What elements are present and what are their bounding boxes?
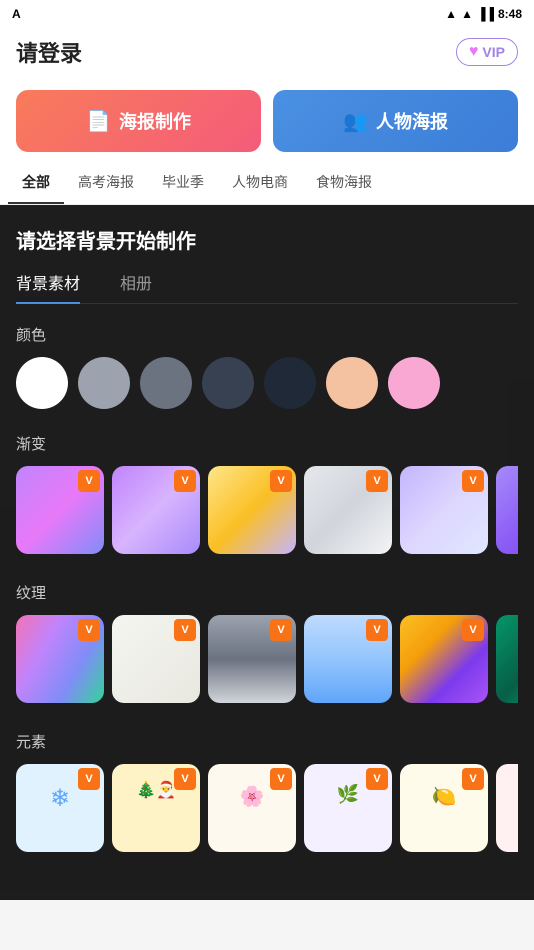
gradient-item-2[interactable]: V (112, 466, 200, 554)
status-app-icon: A (12, 7, 21, 21)
battery-icon: ▐▐ (477, 7, 494, 21)
vip-badge-e5: V (462, 768, 484, 790)
character-icon: 👥 (343, 109, 368, 134)
color-pink[interactable] (388, 357, 440, 409)
vip-label: VIP (482, 44, 505, 60)
gradient-item-3[interactable]: V (208, 466, 296, 554)
texture-item-5[interactable]: V (400, 615, 488, 703)
vip-heart-icon: ♥ (469, 43, 479, 61)
action-buttons-container: 📄 海报制作 👥 人物海报 (0, 80, 534, 162)
gradient-item-6[interactable]: V (496, 466, 518, 554)
element-item-5[interactable]: 🍋 V (400, 764, 488, 852)
gradient-item-5[interactable]: V (400, 466, 488, 554)
vip-badge-t5: V (462, 619, 484, 641)
bg-card-title: 请选择背景开始制作 (16, 225, 518, 254)
vip-badge-e4: V (366, 768, 388, 790)
texture-item-1[interactable]: V (16, 615, 104, 703)
poster-icon: 📄 (86, 109, 111, 134)
texture-item-2[interactable]: V (112, 615, 200, 703)
vip-badge-t3: V (270, 619, 292, 641)
texture-section-label: 纹理 (16, 582, 518, 603)
status-right-icons: ▲ ▲ ▐▐ 8:48 (445, 7, 522, 21)
tab-graduation[interactable]: 毕业季 (148, 162, 218, 204)
time-display: 8:48 (498, 7, 522, 21)
vip-badge-e3: V (270, 768, 292, 790)
vip-badge-4: V (366, 470, 388, 492)
element-item-6[interactable]: 🐟 V (496, 764, 518, 852)
tab-album[interactable]: 相册 (120, 270, 152, 304)
character-poster-button[interactable]: 👥 人物海报 (273, 90, 518, 152)
vip-badge-t2: V (174, 619, 196, 641)
vip-button[interactable]: ♥ VIP (456, 38, 518, 66)
texture-item-4[interactable]: V (304, 615, 392, 703)
vip-badge-2: V (174, 470, 196, 492)
color-section-label: 颜色 (16, 324, 518, 345)
fish-decoration: 🐟 (496, 764, 518, 805)
gradient-item-4[interactable]: V (304, 466, 392, 554)
color-white[interactable] (16, 357, 68, 409)
color-peach[interactable] (326, 357, 378, 409)
color-gray-mid[interactable] (140, 357, 192, 409)
color-gray-dark[interactable] (202, 357, 254, 409)
vip-badge-3: V (270, 470, 292, 492)
background-card: 请选择背景开始制作 背景素材 相册 颜色 渐变 V V V V V V (0, 205, 534, 900)
wifi-icon: ▲ (445, 7, 457, 21)
tab-character[interactable]: 人物电商 (218, 162, 302, 204)
poster-make-button[interactable]: 📄 海报制作 (16, 90, 261, 152)
tab-gaokao[interactable]: 高考海报 (64, 162, 148, 204)
element-row: ❄ V 🎄🎅 V 🌸 V 🌿 V 🍋 V 🐟 V (16, 764, 518, 856)
vip-badge-5: V (462, 470, 484, 492)
tab-bg-material[interactable]: 背景素材 (16, 270, 80, 304)
element-item-3[interactable]: 🌸 V (208, 764, 296, 852)
color-gray-light[interactable] (78, 357, 130, 409)
page-title: 请登录 (16, 36, 82, 68)
tab-food[interactable]: 食物海报 (302, 162, 386, 204)
status-bar: A ▲ ▲ ▐▐ 8:48 (0, 0, 534, 28)
sub-tabs: 背景素材 相册 (16, 270, 518, 304)
gradient-section-label: 渐变 (16, 433, 518, 454)
element-item-1[interactable]: ❄ V (16, 764, 104, 852)
signal-icon: ▲ (461, 7, 473, 21)
texture-item-3[interactable]: V (208, 615, 296, 703)
color-row (16, 357, 518, 413)
vip-badge-e1: V (78, 768, 100, 790)
gradient-row: V V V V V V (16, 466, 518, 558)
element-item-4[interactable]: 🌿 V (304, 764, 392, 852)
tab-all[interactable]: 全部 (8, 162, 64, 204)
poster-label: 海报制作 (119, 108, 191, 134)
texture-item-6[interactable]: V (496, 615, 518, 703)
vip-badge-1: V (78, 470, 100, 492)
color-near-black[interactable] (264, 357, 316, 409)
texture-row: V V V V V V (16, 615, 518, 707)
element-item-2[interactable]: 🎄🎅 V (112, 764, 200, 852)
vip-badge-e2: V (174, 768, 196, 790)
vip-badge-t4: V (366, 619, 388, 641)
vip-badge-t1: V (78, 619, 100, 641)
gradient-item-1[interactable]: V (16, 466, 104, 554)
element-section-label: 元素 (16, 731, 518, 752)
category-tabs: 全部 高考海报 毕业季 人物电商 食物海报 (0, 162, 534, 205)
character-label: 人物海报 (376, 108, 448, 134)
header: 请登录 ♥ VIP (0, 28, 534, 80)
